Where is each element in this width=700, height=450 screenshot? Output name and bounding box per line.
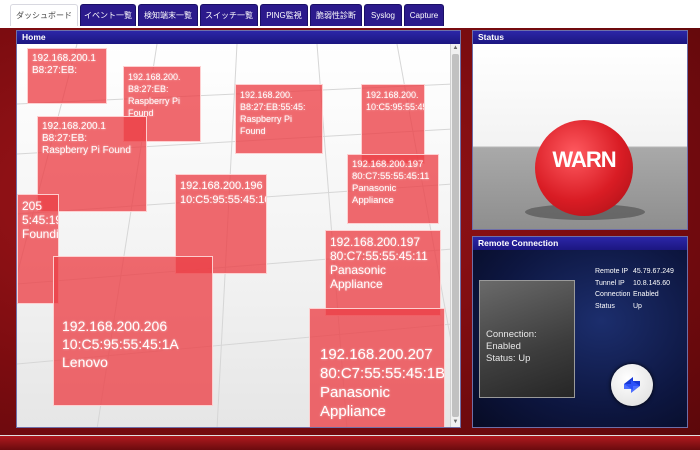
info-row-status: Status Up	[595, 301, 674, 313]
remote-panel-title: Remote Connection	[473, 237, 687, 250]
device-ip: 205	[22, 199, 43, 213]
device-vendor: Raspberry Pi Found	[240, 114, 293, 136]
info-value: Up	[633, 302, 642, 310]
device-vendor: Raspberry Pi Found	[42, 145, 131, 156]
device-mac: B8:27:EB:55:45:	[240, 102, 306, 112]
warn-status-sphere[interactable]: WARN	[535, 120, 633, 216]
device-box[interactable]: 192.168.200.197 80:C7:55:55:45:11 Panaso…	[325, 230, 441, 316]
info-row-tunnel-ip: Tunnel IP 10.8.145.60	[595, 278, 674, 290]
device-ip: 192.168.200.197	[352, 159, 424, 170]
scroll-down-icon[interactable]: ▼	[451, 418, 460, 427]
device-vendor: Foundi	[22, 227, 59, 241]
device-ip: 192.168.200.206	[62, 318, 168, 334]
device-ip: 192.168.200.1	[42, 121, 106, 132]
tab-detected-devices[interactable]: 検知端末一覧	[138, 4, 198, 26]
info-value: 45.79.67.249	[633, 268, 674, 275]
connect-toggle-button[interactable]	[611, 364, 653, 406]
status-panel: Status WARN	[472, 30, 688, 230]
device-mac: 5:45:19	[22, 213, 59, 227]
info-key: Tunnel IP	[595, 279, 625, 287]
info-row-connection: Connection Enabled	[595, 289, 674, 301]
tab-capture[interactable]: Capture	[404, 4, 444, 26]
tab-ping[interactable]: PING監視	[260, 4, 308, 26]
device-ip: 192.168.200.207	[320, 346, 433, 363]
info-value: 10.8.145.60	[633, 279, 670, 287]
device-vendor: Panasonic Appliance	[320, 384, 391, 420]
tab-bar: ダッシュボード イベント一覧 検知端末一覧 スイッチ一覧 PING監視 脆弱性診…	[0, 0, 700, 29]
home-scrollbar[interactable]: ▲ ▼	[450, 44, 460, 427]
device-ip: 192.168.200.	[240, 90, 293, 100]
device-mac: 80:C7:55:55:45:11	[330, 249, 428, 263]
device-vendor: Lenovo	[62, 354, 108, 370]
device-mac: B8:27:EB:	[32, 65, 78, 76]
device-mac: 10:C5:95:55:45:10	[180, 194, 267, 206]
swap-arrows-icon	[624, 377, 640, 393]
info-key: Connection	[595, 291, 631, 298]
device-ip: 192.168.200.1	[32, 53, 96, 64]
device-mac: B8:27:EB:	[42, 133, 88, 144]
device-box[interactable]: 192.168.200. 10:C5:95:55:45:	[361, 84, 425, 164]
cube-status-text: Status: Up	[486, 353, 531, 364]
home-panel-title: Home	[17, 31, 460, 44]
device-box[interactable]: 192.168.200.207 80:C7:55:55:45:1B Panaso…	[309, 308, 445, 427]
tab-dashboard[interactable]: ダッシュボード	[10, 4, 78, 26]
tab-vulnerability[interactable]: 脆弱性診断	[310, 4, 362, 26]
device-box[interactable]: 192.168.200.1 B8:27:EB:	[27, 48, 107, 104]
device-mac: 10:C5:95:55:45:	[366, 102, 425, 112]
device-ip: 192.168.200.	[366, 90, 419, 100]
connection-cube[interactable]: Connection: Enabled Status: Up	[479, 280, 575, 398]
device-box[interactable]: 192.168.200.206 10:C5:95:55:45:1A Lenovo	[53, 256, 213, 406]
info-key: Remote IP	[595, 268, 629, 275]
device-ip: 192.168.200.197	[330, 235, 421, 249]
remote-connection-panel: Remote Connection Connection: Enabled St…	[472, 236, 688, 428]
tab-events[interactable]: イベント一覧	[80, 4, 136, 26]
device-mac: B8:27:EB:	[128, 84, 169, 94]
connection-info-table: Remote IP 45.79.67.249 Tunnel IP 10.8.145.…	[595, 266, 674, 312]
tab-switches[interactable]: スイッチ一覧	[200, 4, 258, 26]
cube-connection-text: Connection: Enabled	[486, 329, 537, 352]
scroll-up-icon[interactable]: ▲	[451, 44, 460, 53]
device-mac: 80:C7:55:55:45:1B	[320, 365, 445, 382]
remote-3d-scene[interactable]: Connection: Enabled Status: Up Remote IP…	[473, 250, 687, 427]
device-vendor: Panasonic Appliance	[352, 183, 397, 206]
info-row-remote-ip: Remote IP 45.79.67.249	[595, 266, 674, 278]
device-box[interactable]: 192.168.200. B8:27:EB:55:45: Raspberry P…	[235, 84, 323, 154]
device-box[interactable]: 192.168.200.197 80:C7:55:55:45:11 Panaso…	[347, 154, 439, 224]
home-3d-scene[interactable]: 192.168.200.1 B8:27:EB: 192.168.200. B8:…	[17, 44, 451, 427]
info-value: Enabled	[633, 291, 659, 298]
device-ip: 192.168.200.	[128, 72, 181, 82]
device-mac: 80:C7:55:55:45:11	[352, 171, 430, 182]
status-panel-title: Status	[473, 31, 687, 44]
status-3d-scene[interactable]: WARN	[473, 44, 687, 229]
device-ip: 192.168.200.196	[180, 180, 263, 192]
device-vendor: Panasonic Appliance	[330, 263, 387, 291]
scroll-thumb[interactable]	[452, 54, 459, 417]
device-mac: 10:C5:95:55:45:1A	[62, 336, 179, 352]
home-panel: Home 192.168.200.1 B8:27:EB: 192.168.200…	[16, 30, 461, 428]
tab-syslog[interactable]: Syslog	[364, 4, 402, 26]
info-key: Status	[595, 302, 615, 310]
